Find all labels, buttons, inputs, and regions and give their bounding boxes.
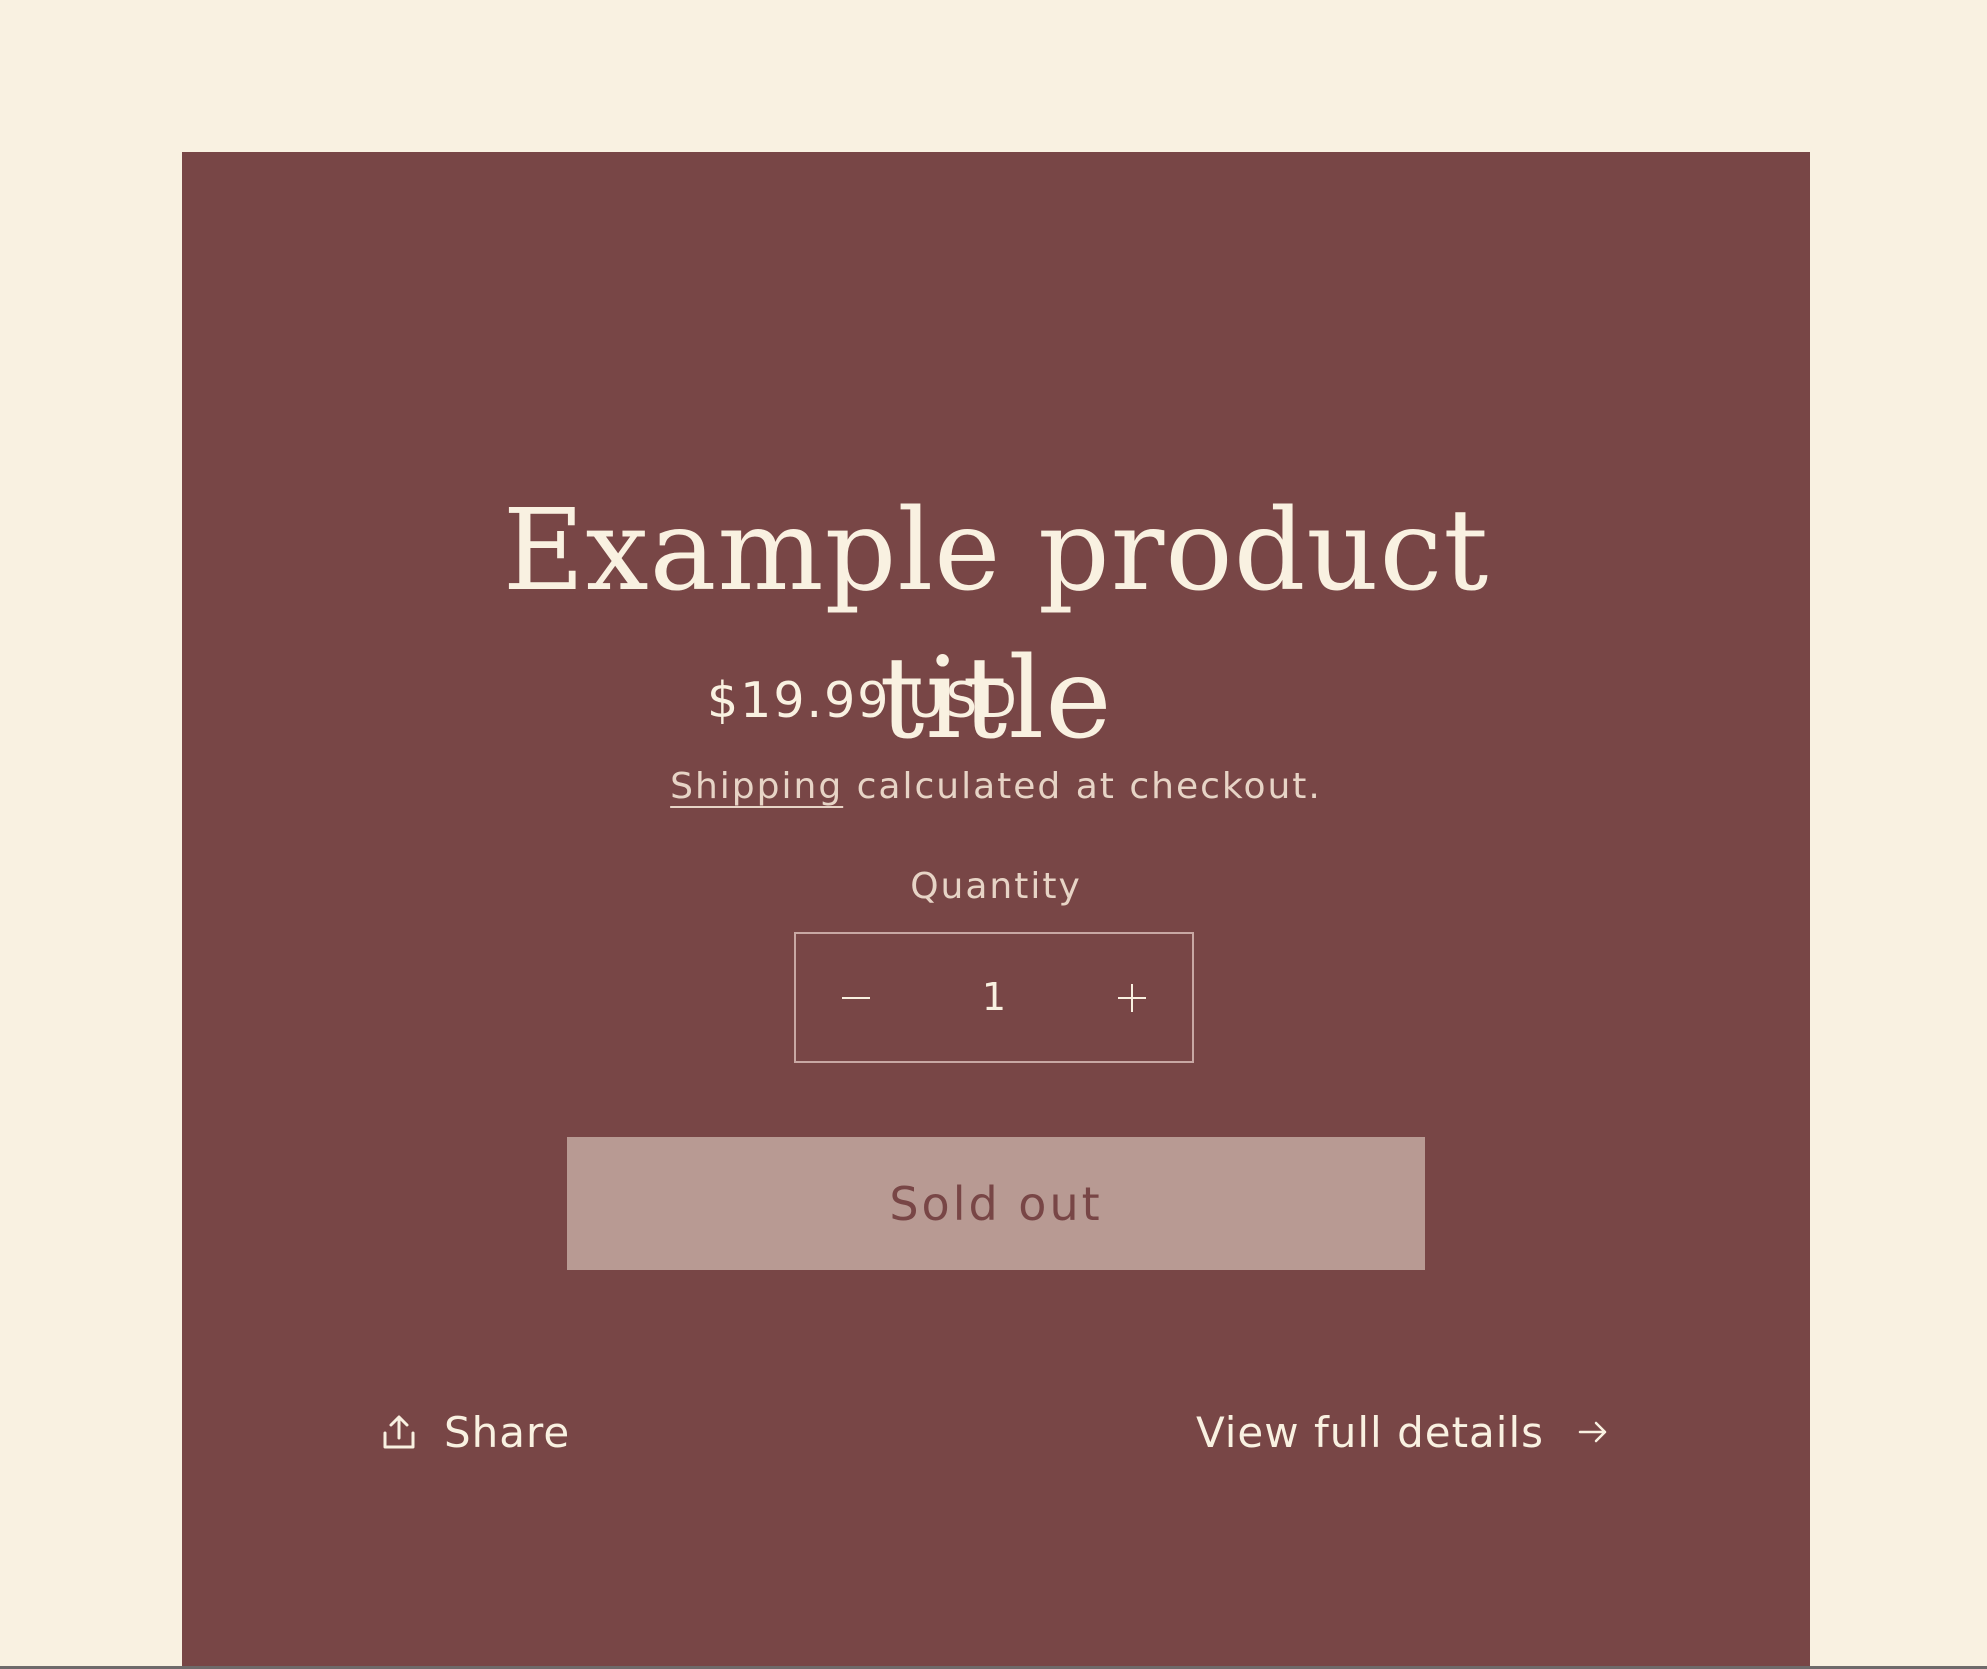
product-price: $19.99 USD: [707, 672, 1019, 729]
minus-icon: [842, 996, 870, 999]
shipping-note: Shipping calculated at checkout.: [182, 762, 1810, 812]
shipping-note-text: calculated at checkout.: [843, 766, 1322, 807]
plus-icon: [1118, 983, 1146, 1012]
share-label: Share: [444, 1407, 571, 1457]
quantity-input[interactable]: 1: [916, 934, 1072, 1061]
view-full-details-label: View full details: [1195, 1407, 1544, 1457]
product-title-line-1: Example product: [502, 486, 1490, 616]
shipping-link[interactable]: Shipping: [670, 766, 843, 807]
share-button[interactable]: Share: [382, 1402, 570, 1462]
increase-quantity-button[interactable]: [1072, 934, 1192, 1061]
quantity-stepper: 1: [794, 932, 1194, 1063]
share-icon: [382, 1414, 416, 1450]
quantity-label: Quantity: [910, 866, 1082, 907]
decrease-quantity-button[interactable]: [796, 934, 916, 1061]
arrow-right-icon: [1578, 1420, 1608, 1444]
sold-out-button[interactable]: Sold out: [567, 1137, 1425, 1270]
view-full-details-link[interactable]: View full details: [1196, 1402, 1608, 1462]
product-quick-view-card: Example product title $19.99 USD Shippin…: [182, 152, 1810, 1669]
